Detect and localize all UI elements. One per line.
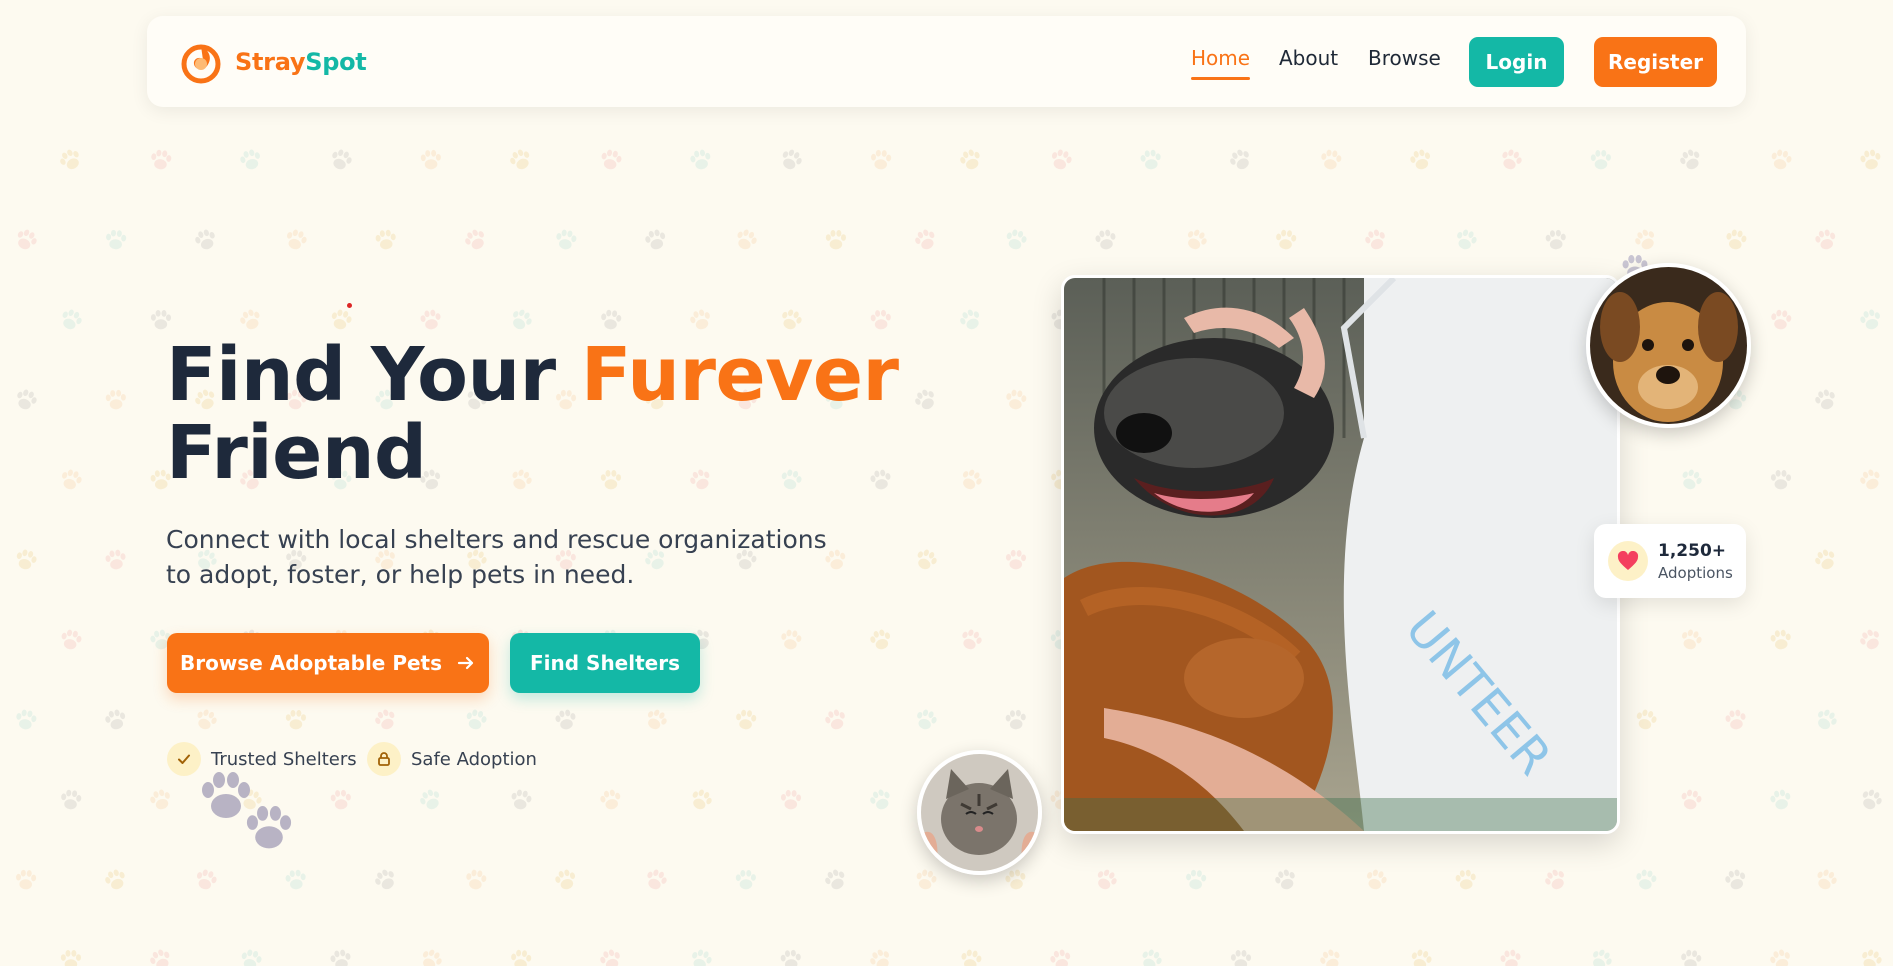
brand-name: StraySpot [235, 48, 367, 76]
brand-name-part2: Spot [305, 48, 367, 76]
find-shelters-button[interactable]: Find Shelters [510, 633, 700, 693]
flame-swirl-icon [181, 44, 221, 84]
badge-trusted-shelters: Trusted Shelters [167, 742, 357, 776]
hero-title-part1: Find Your [166, 332, 581, 418]
brand-logo[interactable]: StraySpot [179, 40, 367, 84]
register-button[interactable]: Register [1594, 37, 1717, 87]
nav-link-browse[interactable]: Browse [1368, 46, 1441, 70]
badge-safe-adoption: Safe Adoption [367, 742, 537, 776]
check-icon [167, 742, 201, 776]
nav-link-about[interactable]: About [1279, 46, 1338, 70]
main-hero-photo: UNTEER [1061, 275, 1620, 834]
cat-portrait-photo [917, 750, 1042, 875]
browse-adoptable-pets-button[interactable]: Browse Adoptable Pets [167, 633, 489, 693]
adoptions-count: 1,250+ [1658, 541, 1727, 561]
login-button[interactable]: Login [1469, 37, 1564, 87]
red-dot-marker [347, 303, 352, 308]
adoptions-label: Adoptions [1658, 564, 1733, 582]
arrow-right-icon [457, 656, 474, 670]
badge-label: Trusted Shelters [211, 748, 357, 770]
dogs-with-volunteer-photo: UNTEER [1064, 278, 1617, 831]
paw-print-icon [246, 806, 292, 849]
hero-title-part2: Friend [166, 410, 427, 496]
hero-title-accent: Furever [580, 332, 899, 418]
hero-subtitle-line1: Connect with local shelters and rescue o… [166, 525, 827, 554]
dog-portrait-photo [1586, 263, 1751, 428]
brand-name-part1: Stray [235, 48, 306, 76]
hero-title: Find Your Furever Friend [166, 336, 899, 492]
hero-subtitle: Connect with local shelters and rescue o… [166, 522, 846, 592]
top-navbar: StraySpot Home About Browse Login Regist… [147, 16, 1746, 107]
hero-subtitle-line2: to adopt, foster, or help pets in need. [166, 560, 635, 589]
nav-link-home[interactable]: Home [1191, 46, 1251, 80]
heart-icon [1608, 541, 1648, 581]
browse-button-label: Browse Adoptable Pets [179, 651, 443, 675]
lock-icon [367, 742, 401, 776]
badge-label: Safe Adoption [411, 748, 537, 770]
adoptions-stats-card: 1,250+ Adoptions [1594, 524, 1746, 598]
